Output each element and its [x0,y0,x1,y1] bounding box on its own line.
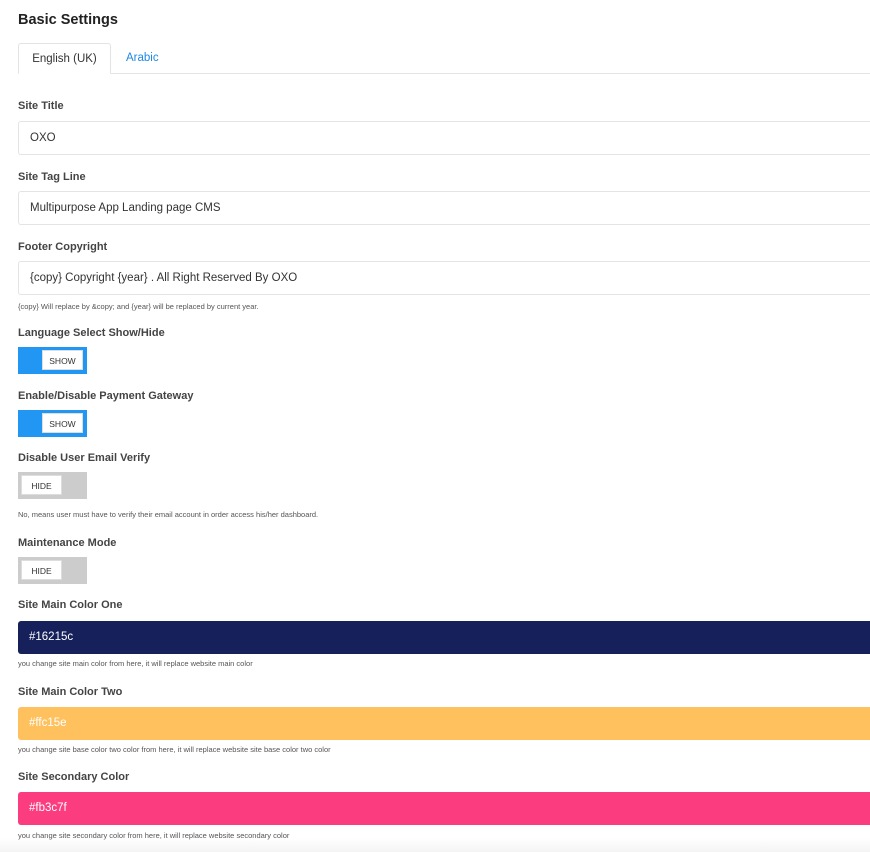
toggle-state-label: SHOW [42,350,83,370]
email-verify-help: No, means user must have to verify their… [18,510,319,519]
site-tag-line-label: Site Tag Line [18,171,86,183]
payment-gateway-toggle[interactable]: SHOW [18,410,87,437]
language-select-label: Language Select Show/Hide [18,327,165,339]
site-title-input[interactable]: OXO [18,121,870,155]
maintenance-mode-label: Maintenance Mode [18,537,117,549]
main-color-one-help: you change site main color from here, it… [18,659,253,668]
main-color-two-input[interactable]: #ffc15e [18,707,870,740]
footer-copyright-label: Footer Copyright [18,241,108,253]
page-title: Basic Settings [18,12,118,28]
main-color-two-label: Site Main Color Two [18,686,123,698]
tab-english-uk[interactable]: English (UK) [18,43,111,74]
main-color-two-help: you change site base color two color fro… [18,745,331,754]
main-color-one-input[interactable]: #16215c [18,621,870,654]
secondary-color-label: Site Secondary Color [18,771,130,783]
tab-arabic[interactable]: Arabic [126,43,159,73]
site-title-label: Site Title [18,100,64,112]
toggle-state-label: SHOW [42,413,83,433]
language-tabs: English (UK) Arabic [18,43,870,74]
toggle-state-label: HIDE [21,560,62,580]
footer-copyright-input[interactable]: {copy} Copyright {year} . All Right Rese… [18,261,870,295]
payment-gateway-label: Enable/Disable Payment Gateway [18,390,194,402]
email-verify-label: Disable User Email Verify [18,452,151,464]
bottom-fade [0,838,870,852]
toggle-state-label: HIDE [21,475,62,495]
language-select-toggle[interactable]: SHOW [18,347,87,374]
site-tag-line-input[interactable]: Multipurpose App Landing page CMS [18,191,870,225]
main-color-one-label: Site Main Color One [18,599,123,611]
maintenance-mode-toggle[interactable]: HIDE [18,557,87,584]
secondary-color-input[interactable]: #fb3c7f [18,792,870,825]
email-verify-toggle[interactable]: HIDE [18,472,87,499]
footer-copyright-help: {copy} Will replace by &copy; and {year}… [18,302,259,311]
